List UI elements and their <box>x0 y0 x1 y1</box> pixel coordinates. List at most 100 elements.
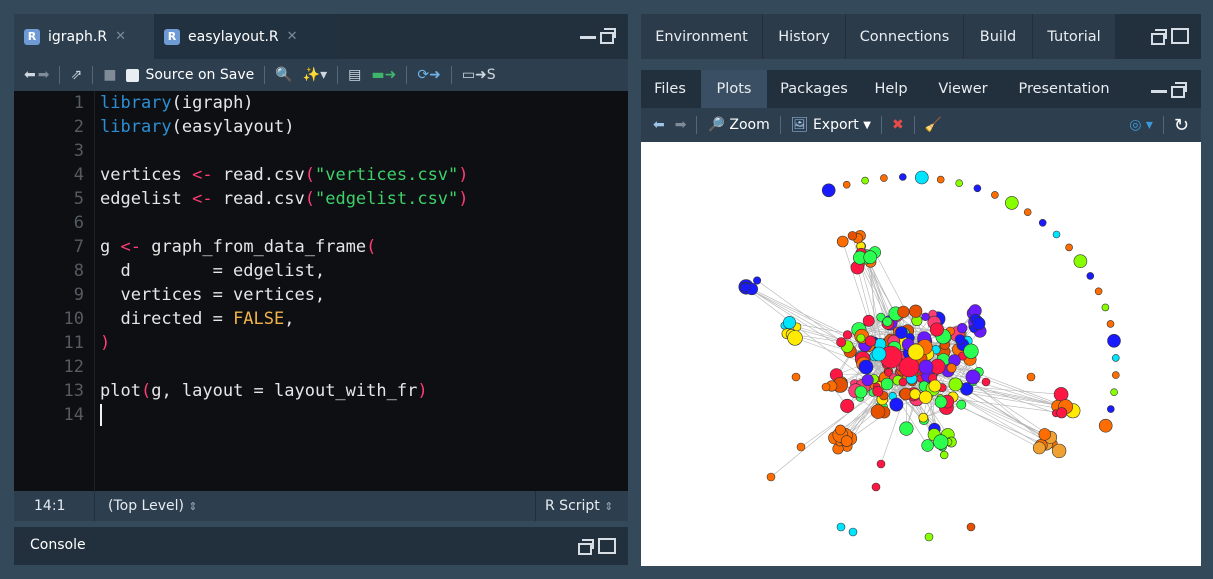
tab-label: History <box>778 28 830 45</box>
code-line[interactable]: plot(g, layout = layout_with_fr) <box>100 379 428 403</box>
tab-connections[interactable]: Connections <box>846 14 964 59</box>
magic-wand-icon[interactable]: ✨▾ <box>303 67 327 83</box>
close-icon[interactable]: ✕ <box>115 29 126 44</box>
graph-vertex <box>872 385 884 397</box>
tab-build[interactable]: Build <box>964 14 1033 59</box>
graph-vertex <box>966 522 976 532</box>
forward-arrow-icon[interactable]: ➡ <box>38 67 50 83</box>
restore-icon[interactable] <box>1171 82 1187 98</box>
graph-vertex <box>1094 287 1103 296</box>
restore-icon[interactable] <box>578 539 594 555</box>
graph-vertex <box>1023 208 1032 216</box>
graph-vertex <box>919 390 933 404</box>
line-number: 12 <box>63 357 84 377</box>
save-icon[interactable]: ■ <box>103 67 116 83</box>
tab-igraph-r[interactable]: R igraph.R ✕ <box>14 14 172 59</box>
cursor-position: 14:1 <box>34 498 66 514</box>
maximize-icon[interactable] <box>1171 28 1189 44</box>
code-line[interactable]: vertices <- read.csv("vertices.csv") <box>100 163 469 187</box>
tab-label: Plots <box>716 81 752 97</box>
previous-plot-icon[interactable]: ⬅ <box>653 117 665 133</box>
code-line[interactable]: vertices = vertices, <box>100 283 325 307</box>
code-area[interactable]: library(igraph) library(easylayout) vertic… <box>100 91 628 491</box>
show-in-window-icon[interactable]: ⇗ <box>70 67 82 83</box>
rerun-icon[interactable]: ⟳➜ <box>417 67 440 83</box>
minimize-icon[interactable] <box>1151 86 1167 93</box>
scope-selector[interactable]: (Top Level) ⇕ <box>108 498 198 514</box>
graph-vertex <box>909 304 923 318</box>
search-icon[interactable]: 🔍 <box>275 67 292 83</box>
filetype-selector[interactable]: R Script ⇕ <box>545 498 613 514</box>
tab-files[interactable]: Files <box>641 70 699 108</box>
tab-presentation[interactable]: Presentation <box>1005 70 1123 108</box>
line-number: 11 <box>63 333 84 353</box>
restore-icon[interactable] <box>600 28 616 44</box>
code-token: <- <box>120 237 141 257</box>
filetype-label: R Script <box>545 498 600 514</box>
code-token: ) <box>458 165 469 185</box>
tab-label: Files <box>654 81 686 97</box>
toolbar-divider <box>880 116 882 134</box>
code-line[interactable]: library(easylayout) <box>100 115 294 139</box>
close-icon[interactable]: ✕ <box>287 29 298 44</box>
code-token: "vertices.csv" <box>314 165 459 185</box>
plot-area[interactable] <box>641 142 1201 566</box>
remove-plot-icon[interactable]: ✖ <box>892 117 904 133</box>
zoom-label: Zoom <box>729 117 770 133</box>
code-token: library <box>100 93 172 113</box>
run-icon[interactable]: ▬➜ <box>371 67 396 83</box>
graph-vertex <box>840 435 853 447</box>
code-token: d = edgelist, <box>100 261 326 281</box>
tab-history[interactable]: History <box>763 14 846 59</box>
maximize-icon[interactable] <box>598 538 616 554</box>
code-token: ( <box>304 189 315 209</box>
graph-vertex <box>787 330 803 346</box>
graph-vertex <box>1101 303 1110 312</box>
console-pane[interactable]: Console <box>14 527 628 565</box>
graph-vertex <box>861 176 869 185</box>
code-line[interactable]: g <- graph_from_data_frame( <box>100 235 376 259</box>
code-line[interactable]: edgelist <- read.csv("edgelist.csv") <box>100 187 469 211</box>
clear-all-broom-icon[interactable]: 🧹 <box>925 117 942 133</box>
line-number: 14 <box>63 405 84 425</box>
source-on-save-toggle[interactable]: Source on Save <box>126 67 254 83</box>
code-editor[interactable]: 1 2 3 4 5 6 7 8 9 10 11 12 13 14 library(igraph) libra… <box>14 91 628 491</box>
source-button[interactable]: ▭➜ S <box>462 67 496 83</box>
tab-packages[interactable]: Packages <box>769 70 859 108</box>
publish-icon[interactable]: ◎ ▾ <box>1129 117 1153 133</box>
code-line[interactable]: library(igraph) <box>100 91 254 115</box>
code-token: ( <box>140 381 152 401</box>
graph-vertex <box>924 532 934 542</box>
tab-environment[interactable]: Environment <box>641 14 763 59</box>
export-button[interactable]: 🖼 Export ▼ <box>791 117 871 133</box>
code-token: g, layout = layout_with_fr <box>151 381 418 401</box>
code-line[interactable]: ) <box>100 331 110 355</box>
graph-vertex <box>1107 334 1121 348</box>
code-line[interactable]: directed = FALSE, <box>100 307 295 331</box>
compile-report-icon[interactable]: ▤ <box>348 67 361 83</box>
code-token: vertices = vertices, <box>100 285 326 305</box>
graph-vertex <box>954 334 966 345</box>
graph-vertex <box>914 170 929 185</box>
tab-tutorial[interactable]: Tutorial <box>1033 14 1116 59</box>
tab-label: Build <box>979 28 1017 45</box>
zoom-button[interactable]: 🔎 Zoom <box>707 117 769 133</box>
graph-vertex <box>918 412 929 423</box>
graph-vertex <box>842 180 851 189</box>
tab-plots[interactable]: Plots <box>701 70 767 108</box>
tab-viewer[interactable]: Viewer <box>923 70 1003 108</box>
tab-easylayout-r[interactable]: R easylayout.R ✕ <box>154 14 339 59</box>
next-plot-icon[interactable]: ➡ <box>675 117 687 133</box>
refresh-icon[interactable]: ↻ <box>1174 115 1189 136</box>
back-arrow-icon[interactable]: ⬅ <box>24 67 36 83</box>
minimize-icon[interactable] <box>580 32 596 39</box>
source-on-save-label: Source on Save <box>145 67 255 83</box>
code-token: , <box>284 309 295 329</box>
checkbox-icon[interactable] <box>126 68 140 82</box>
tab-help[interactable]: Help <box>861 70 921 108</box>
code-line[interactable]: d = edgelist, <box>100 259 325 283</box>
graph-vertex <box>865 335 877 347</box>
code-token: ) <box>100 333 111 353</box>
restore-icon[interactable] <box>1151 29 1167 45</box>
source-toolbar: ⬅ ➡ ⇗ ■ Source on Save 🔍 ✨▾ ▤ ▬➜ ⟳➜ ▭➜ S <box>14 59 628 91</box>
